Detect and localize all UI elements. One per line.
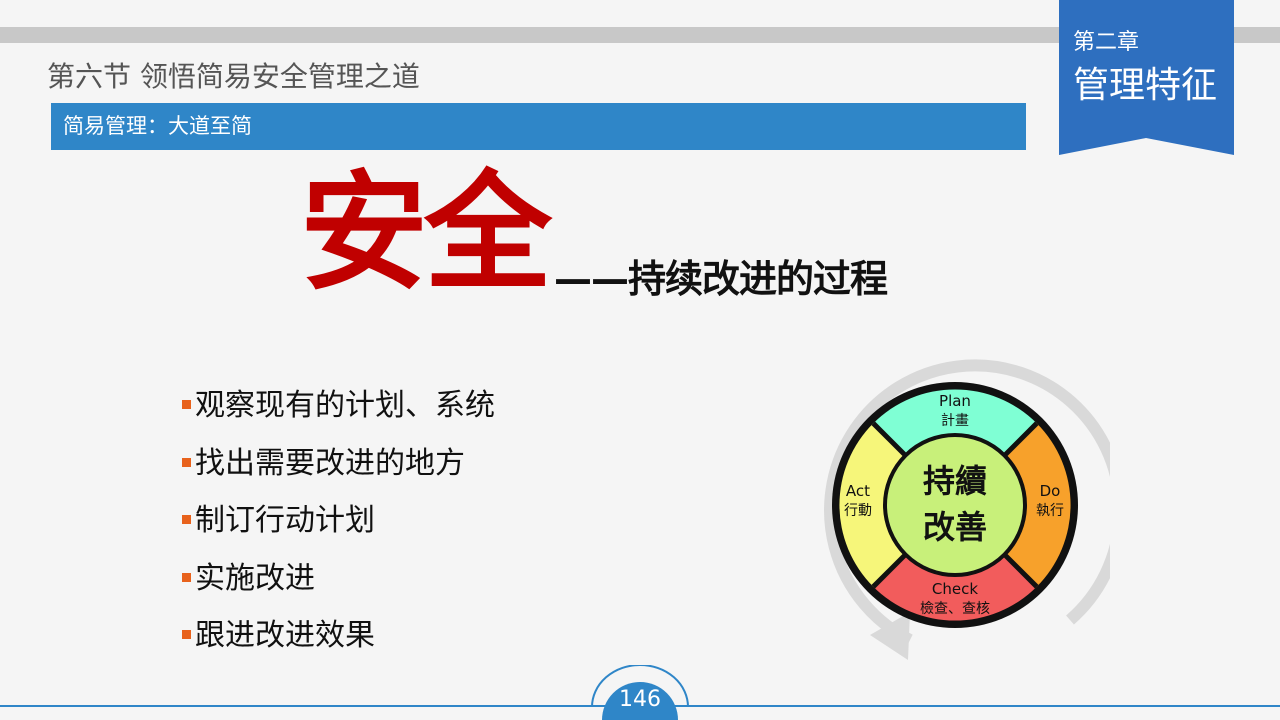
cycle-center-disc	[883, 433, 1027, 577]
do-label-en: Do	[1040, 482, 1061, 500]
headline-main: 安全	[300, 159, 552, 308]
square-bullet-icon	[182, 515, 191, 524]
plan-label-zh: 計畫	[941, 413, 969, 429]
headline-sub: ——持续改进的过程	[554, 257, 888, 301]
chapter-label: 第二章	[1073, 30, 1140, 55]
check-label-en: Check	[932, 580, 978, 598]
square-bullet-icon	[182, 400, 191, 409]
page-number: 146	[619, 687, 661, 712]
act-label-zh: 行動	[844, 503, 872, 519]
list-item: 实施改进	[182, 558, 495, 616]
list-item: 跟进改进效果	[182, 615, 495, 673]
square-bullet-icon	[182, 457, 191, 467]
chapter-title: 管理特征	[1073, 65, 1218, 106]
plan-label-en: Plan	[939, 392, 971, 410]
square-bullet-icon	[182, 630, 191, 639]
act-label-en: Act	[846, 482, 870, 500]
center-label-line2: 改善	[923, 508, 987, 546]
chapter-flag: 第二章 管理特征	[1059, 0, 1234, 155]
pdca-cycle-diagram: 持續 改善 Plan 計畫 Do 執行 Check 檢查、查核 Act 行動	[800, 350, 1126, 670]
do-label-zh: 執行	[1036, 503, 1064, 519]
subtitle-text: 简易管理：大道至简	[63, 114, 252, 138]
page-number-badge: 146	[590, 665, 690, 720]
center-label-line1: 持續	[923, 462, 987, 500]
list-item: 观察现有的计划、系统	[182, 385, 495, 443]
square-bullet-icon	[182, 572, 191, 582]
list-item: 找出需要改进的地方	[182, 443, 495, 501]
bullet-list: 观察现有的计划、系统 找出需要改进的地方 制订行动计划 实施改进 跟进改进效果	[182, 385, 495, 673]
check-label-zh: 檢查、查核	[920, 600, 990, 617]
list-item: 制订行动计划	[182, 500, 495, 558]
subtitle-banner: 简易管理：大道至简	[51, 103, 1026, 150]
section-title: 第六节 领悟简易安全管理之道	[47, 60, 420, 93]
